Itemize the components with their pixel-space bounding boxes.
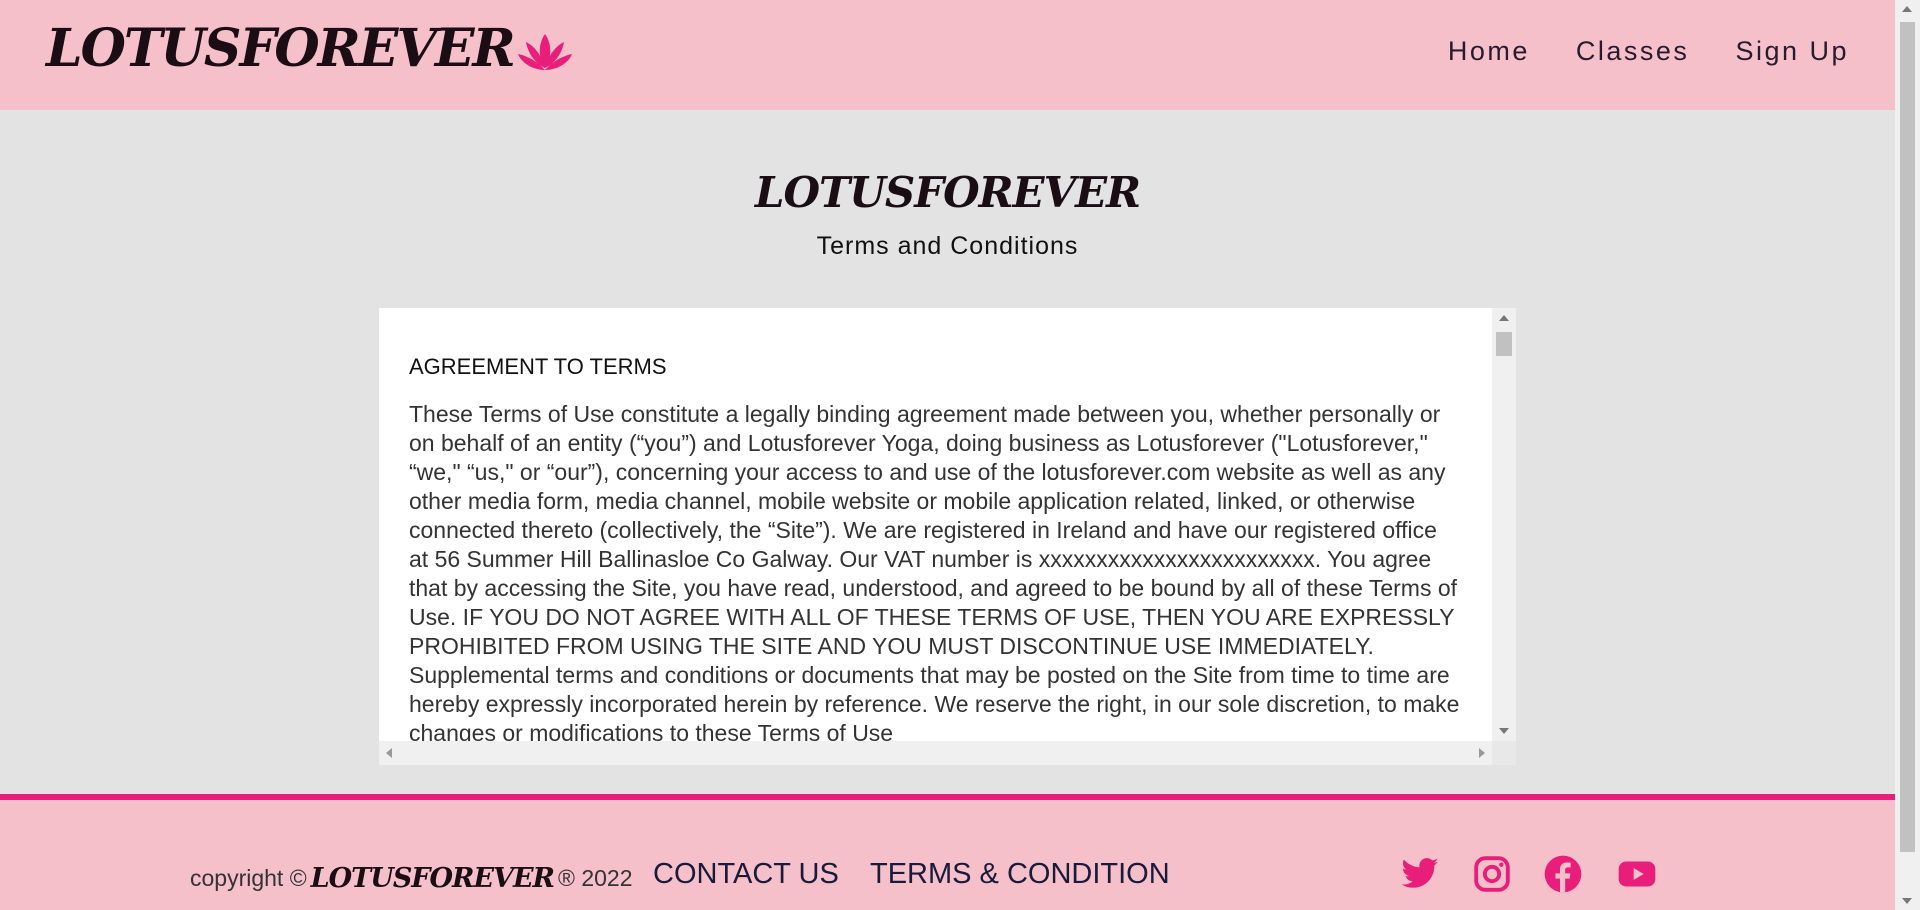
terms-scroll-up-icon[interactable] xyxy=(1499,315,1509,321)
scroll-up-arrow-icon[interactable] xyxy=(1902,6,1912,12)
copyright-prefix: copyright © xyxy=(190,865,307,891)
nav-sign-up[interactable]: Sign Up xyxy=(1735,36,1849,67)
site-header: LOTUSFOREVER Home Classes Sign Up xyxy=(0,0,1895,110)
twitter-icon[interactable] xyxy=(1400,854,1440,894)
contact-us-link[interactable]: CONTACT US xyxy=(653,858,839,891)
terms-scroll-down-icon[interactable] xyxy=(1499,728,1509,734)
youtube-icon[interactable] xyxy=(1617,854,1657,894)
page-brand-title: LOTUSFOREVER xyxy=(754,168,1141,217)
lotus-icon xyxy=(517,33,572,70)
copyright-brand: LOTUSFOREVER xyxy=(310,863,555,894)
instagram-icon[interactable] xyxy=(1472,854,1512,894)
site-logo[interactable]: LOTUSFOREVER xyxy=(46,18,574,79)
nav-home[interactable]: Home xyxy=(1448,36,1530,67)
terms-content: AGREEMENT TO TERMS These Terms of Use co… xyxy=(379,308,1492,741)
facebook-icon[interactable] xyxy=(1543,854,1583,894)
logo-text: LOTUSFOREVER xyxy=(46,18,516,79)
site-footer: copyright © LOTUSFOREVER ® 2022 CONTACT … xyxy=(0,794,1895,910)
page-scrollbar[interactable] xyxy=(1895,0,1920,910)
terms-vertical-scrollbar[interactable] xyxy=(1492,308,1516,741)
copyright: copyright © LOTUSFOREVER ® 2022 xyxy=(190,863,633,894)
terms-horizontal-scrollbar[interactable] xyxy=(379,741,1492,765)
terms-scroll-right-icon[interactable] xyxy=(1479,748,1485,758)
nav-classes[interactable]: Classes xyxy=(1576,36,1690,67)
terms-link[interactable]: TERMS & CONDITION xyxy=(870,858,1170,891)
main-nav: Home Classes Sign Up xyxy=(1448,36,1849,67)
scrollbar-corner xyxy=(1492,741,1516,765)
scrollbar-thumb[interactable] xyxy=(1900,22,1915,852)
terms-heading: AGREEMENT TO TERMS xyxy=(409,354,667,379)
page-subtitle: Terms and Conditions xyxy=(816,232,1079,260)
copyright-suffix: ® 2022 xyxy=(558,865,633,891)
terms-scroll-box[interactable]: AGREEMENT TO TERMS These Terms of Use co… xyxy=(379,308,1516,765)
terms-scroll-thumb[interactable] xyxy=(1496,332,1512,356)
terms-body: These Terms of Use constitute a legally … xyxy=(409,401,1460,741)
terms-scroll-left-icon[interactable] xyxy=(386,748,392,758)
scroll-down-arrow-icon[interactable] xyxy=(1902,898,1912,904)
